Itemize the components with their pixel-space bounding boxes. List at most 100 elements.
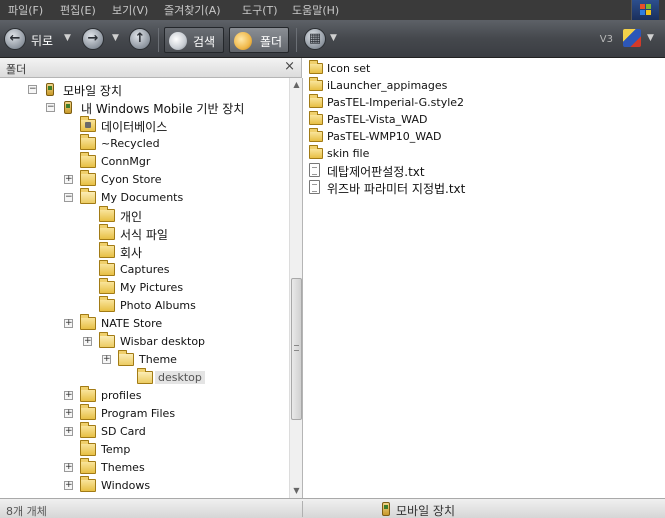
menu-file[interactable]: 파일(F): [8, 2, 43, 18]
tree-node-cyon-store[interactable]: + Cyon Store: [0, 170, 280, 189]
expand-icon[interactable]: +: [64, 391, 73, 400]
close-icon[interactable]: ×: [284, 59, 295, 74]
menu-view[interactable]: 보기(V): [112, 2, 148, 18]
tree-node-profiles[interactable]: + profiles: [0, 386, 280, 405]
views-icon[interactable]: ▦: [304, 28, 326, 50]
tree-node-label: profiles: [101, 389, 142, 402]
tree-node-my-pictures[interactable]: My Pictures: [0, 278, 280, 297]
scroll-up-icon[interactable]: ▲: [290, 78, 303, 92]
search-button[interactable]: 검색: [164, 27, 224, 53]
current-location: 모바일 장치: [396, 504, 456, 518]
scroll-down-icon[interactable]: ▼: [290, 484, 303, 498]
list-item[interactable]: skin file: [307, 145, 547, 162]
collapse-icon[interactable]: −: [46, 103, 55, 112]
list-item[interactable]: PasTEL-Imperial-G.style2: [307, 94, 547, 111]
tree-node-nate-store[interactable]: + NATE Store: [0, 314, 280, 333]
list-item[interactable]: iLauncher_appimages: [307, 77, 547, 94]
text-file-icon: [309, 163, 320, 177]
tree-node-personal[interactable]: 개인: [0, 206, 280, 225]
back-arrow-icon[interactable]: ←: [4, 28, 26, 50]
list-item[interactable]: 위즈바 파라미터 지정법.txt: [307, 179, 547, 196]
tree-node-connmgr[interactable]: ConnMgr: [0, 152, 280, 171]
tree-node-label: 서식 파일: [120, 228, 168, 242]
tree-node-label: SD Card: [101, 425, 146, 438]
expand-icon[interactable]: +: [64, 481, 73, 490]
tree-node-label: Theme: [139, 353, 177, 366]
expand-icon[interactable]: +: [64, 427, 73, 436]
expand-icon[interactable]: +: [64, 175, 73, 184]
menu-edit[interactable]: 편집(E): [60, 2, 96, 18]
menu-tools[interactable]: 도구(T): [242, 2, 278, 18]
tree-node-label: Temp: [101, 443, 131, 456]
file-list: Icon set iLauncher_appimages PasTEL-Impe…: [303, 58, 665, 498]
folder-icon: [99, 260, 115, 276]
list-item[interactable]: PasTEL-WMP10_WAD: [307, 128, 547, 145]
expand-icon[interactable]: +: [102, 355, 111, 364]
scrollbar-thumb[interactable]: [291, 278, 302, 420]
expand-icon[interactable]: +: [83, 337, 92, 346]
list-item[interactable]: Icon set: [307, 60, 547, 77]
tree-node-recycled[interactable]: ~Recycled: [0, 134, 280, 153]
views-dropdown-icon[interactable]: ▼: [330, 33, 337, 43]
tree-node-device[interactable]: − 내 Windows Mobile 기반 장치: [0, 99, 285, 117]
list-item-label: 위즈바 파라미터 지정법.txt: [327, 182, 466, 196]
list-item[interactable]: 데탑제어판설정.txt: [307, 162, 547, 179]
forward-dropdown-icon[interactable]: ▼: [112, 33, 119, 43]
toolbar-separator: [158, 28, 159, 52]
tree-node-label: Photo Albums: [120, 299, 196, 312]
tree-node-windows[interactable]: + Windows: [0, 476, 280, 495]
folder-icon: [309, 111, 323, 125]
collapse-icon[interactable]: −: [28, 85, 37, 94]
tree-node-business[interactable]: 회사: [0, 242, 280, 261]
search-button-label: 검색: [193, 35, 216, 49]
folder-icon: [309, 60, 323, 74]
list-item[interactable]: PasTEL-Vista_WAD: [307, 111, 547, 128]
forward-arrow-icon[interactable]: →: [82, 28, 104, 50]
folder-icon: [80, 476, 96, 492]
collapse-icon[interactable]: −: [64, 193, 73, 202]
toolbar: ← 뒤로 ▼ → ▼ ↑ 검색 폴더 ▦ ▼ V3 ▼: [0, 20, 665, 58]
menu-help[interactable]: 도움말(H): [292, 2, 339, 18]
back-button-label[interactable]: 뒤로: [31, 32, 53, 49]
folder-icon: [99, 278, 115, 294]
tree-node-program-files[interactable]: + Program Files: [0, 404, 280, 423]
v3-label: V3: [599, 34, 613, 45]
back-dropdown-icon[interactable]: ▼: [64, 33, 71, 43]
tree-node-themes[interactable]: + Themes: [0, 458, 280, 477]
tree-node-wisbar-desktop[interactable]: + Wisbar desktop: [0, 332, 280, 351]
up-arrow-icon[interactable]: ↑: [129, 28, 151, 50]
list-item-label: PasTEL-Imperial-G.style2: [327, 96, 465, 109]
tree-node-database[interactable]: 데이터베이스: [0, 116, 280, 135]
folder-icon: [80, 422, 96, 438]
tree-node-sd-card[interactable]: + SD Card: [0, 422, 280, 441]
tree-node-captures[interactable]: Captures: [0, 260, 280, 279]
menu-favorites[interactable]: 즐겨찾기(A): [164, 2, 221, 18]
tree-node-mobile-device[interactable]: − 모바일 장치: [0, 81, 280, 99]
folders-button[interactable]: 폴더: [229, 27, 289, 53]
tree-node-theme[interactable]: + Theme: [0, 350, 280, 369]
tree-node-my-documents[interactable]: − My Documents: [0, 188, 280, 207]
list-item-label: Icon set: [327, 62, 371, 75]
tree-node-label: desktop: [155, 371, 205, 384]
expand-icon[interactable]: +: [64, 319, 73, 328]
folder-icon: [99, 224, 115, 240]
tree-node-temp[interactable]: Temp: [0, 440, 280, 459]
tree-node-label: 데이터베이스: [101, 120, 168, 134]
tree-node-label: 회사: [120, 246, 143, 260]
list-item-label: iLauncher_appimages: [327, 79, 448, 92]
folder-open-icon: [118, 350, 134, 366]
folder-icon: [80, 134, 96, 150]
folders-button-label: 폴더: [260, 35, 283, 49]
antivirus-icon[interactable]: [623, 29, 641, 47]
tree-scrollbar[interactable]: ▲ ▼: [289, 78, 303, 498]
tree-node-templates[interactable]: 서식 파일: [0, 224, 280, 243]
tree-node-label: ConnMgr: [101, 155, 151, 168]
tree-node-label: ~Recycled: [101, 137, 160, 150]
antivirus-dropdown-icon[interactable]: ▼: [647, 33, 654, 43]
expand-icon[interactable]: +: [64, 409, 73, 418]
folder-pane-title: 폴더: [6, 63, 27, 76]
mobile-device-icon: [46, 83, 54, 96]
tree-node-photo-albums[interactable]: Photo Albums: [0, 296, 280, 315]
expand-icon[interactable]: +: [64, 463, 73, 472]
tree-node-desktop-selected[interactable]: desktop: [0, 368, 280, 387]
